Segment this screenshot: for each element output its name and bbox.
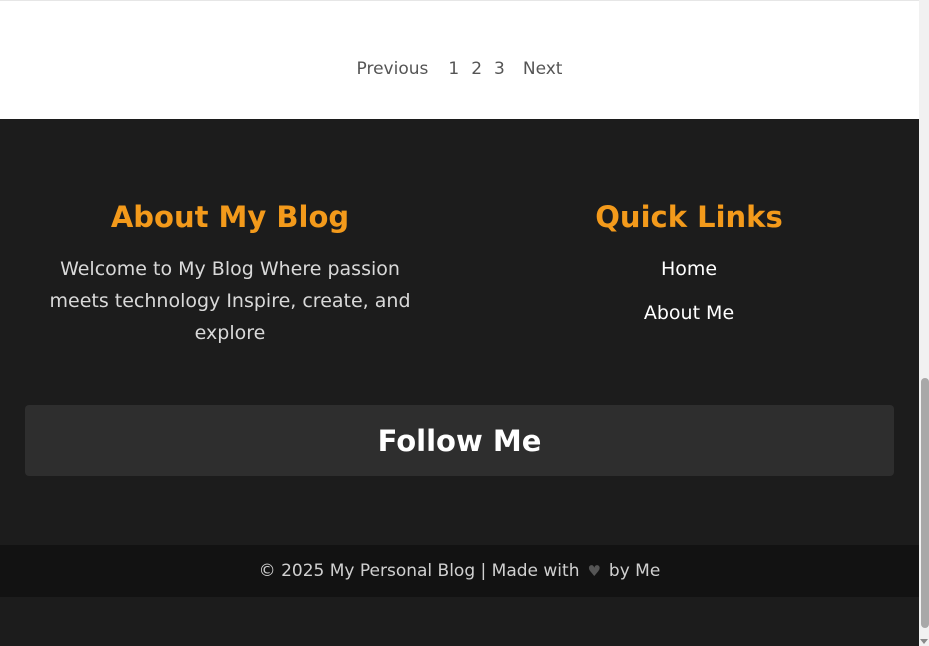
follow-section: Follow Me (25, 405, 894, 476)
about-heading: About My Blog (110, 200, 350, 234)
copyright-text: © 2025 My Personal Blog | Made with (258, 561, 580, 581)
quick-link-item: About Me (489, 297, 889, 329)
pagination-page-2-link[interactable]: 2 (471, 59, 482, 79)
pagination-page-3-link[interactable]: 3 (494, 59, 505, 79)
pagination-previous-link[interactable]: Previous (357, 59, 429, 79)
scroll-down-arrow-icon[interactable] (920, 639, 928, 644)
quick-links-list: Home About Me (489, 253, 889, 329)
quick-links-heading: Quick Links (595, 200, 783, 234)
about-section: About My Blog Welcome to My Blog Where p… (30, 197, 430, 349)
quick-link-item: Home (489, 253, 889, 285)
copyright-author: by Me (608, 561, 661, 581)
site-footer: About My Blog Welcome to My Blog Where p… (0, 119, 919, 646)
scrollbar-thumb[interactable] (921, 378, 929, 628)
heart-icon: ♥ (587, 562, 601, 580)
pagination-page-1-link[interactable]: 1 (448, 59, 459, 79)
content-area: Previous 1 2 3 Next (0, 0, 919, 119)
copyright-bar: © 2025 My Personal Blog | Made with ♥ by… (0, 545, 919, 597)
follow-heading: Follow Me (377, 423, 542, 458)
pagination: Previous 1 2 3 Next (0, 59, 919, 79)
quick-link-home[interactable]: Home (661, 258, 717, 280)
pagination-next-link[interactable]: Next (523, 59, 563, 79)
page: Previous 1 2 3 Next About My Blog Welcom… (0, 0, 919, 646)
quick-link-about-me[interactable]: About Me (644, 302, 734, 324)
quick-links-section: Quick Links Home About Me (489, 197, 889, 341)
about-text: Welcome to My Blog Where passion meets t… (49, 258, 411, 344)
vertical-scrollbar[interactable] (919, 0, 929, 646)
